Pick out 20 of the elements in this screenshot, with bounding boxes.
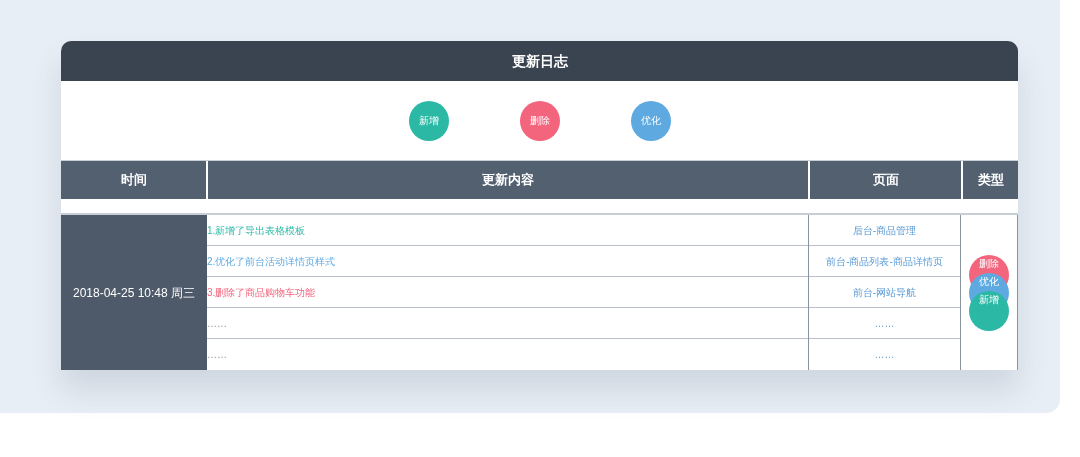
- content-cell-text: 1.新增了导出表格模板: [207, 223, 306, 238]
- page-cell-text: ……: [874, 316, 895, 331]
- column-header: 更新内容: [206, 161, 808, 199]
- page-cell-text: 后台-商品管理: [852, 223, 917, 238]
- type-button[interactable]: 删除: [519, 100, 560, 141]
- type-button[interactable]: 新增: [408, 100, 449, 141]
- content-cell-text: ……: [207, 316, 227, 331]
- type-badge: 新增: [969, 290, 1009, 331]
- column-header: 时间: [119, 171, 148, 190]
- content-cell-text: 2.优化了前台活动详情页样式: [207, 254, 336, 269]
- content-cell-text: ……: [207, 348, 227, 362]
- column-header: 类型: [961, 161, 1018, 199]
- column-header: 页面: [808, 161, 961, 199]
- page-cell-text: 前台-商品列表-商品详情页: [826, 254, 943, 269]
- type-button[interactable]: 优化: [630, 100, 671, 141]
- page-cell-text: ……: [874, 348, 895, 362]
- time-cell: 2018-04-25 10:48 周三: [61, 215, 207, 370]
- content-cell-text: 3.删除了商品购物车功能: [207, 285, 316, 300]
- page-cell-text: 前台-网站导航: [852, 285, 917, 300]
- card-title: 更新日志: [511, 51, 568, 71]
